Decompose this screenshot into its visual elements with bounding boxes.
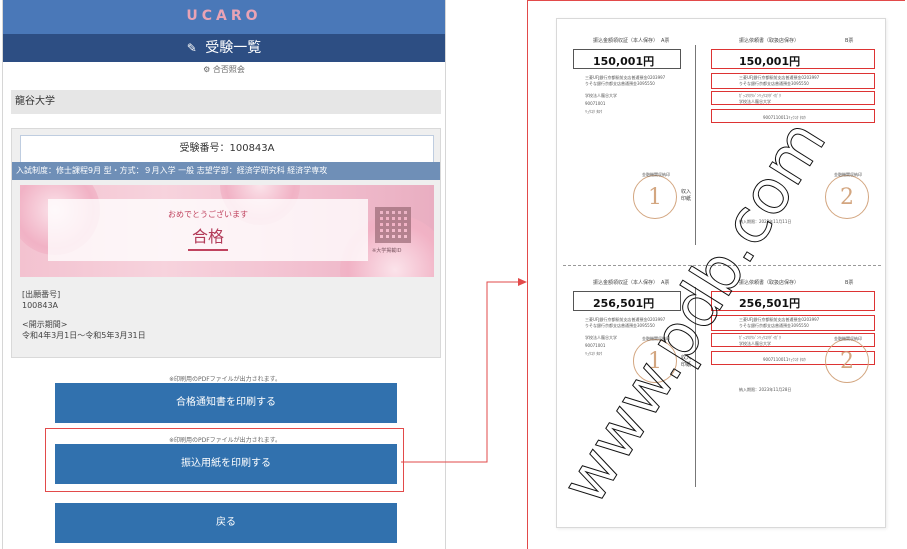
- payer-number: 90071001: [585, 343, 606, 348]
- payer-kana: ﾘｭｳｺｸ ﾀﾛｳ: [585, 109, 603, 114]
- print-slip-button[interactable]: 振込用紙を印刷する: [55, 444, 397, 484]
- qr-code: [375, 207, 411, 243]
- payee: 学校法人龍谷大学: [585, 335, 617, 340]
- payee: 学校法人龍谷大学: [739, 99, 771, 104]
- payment-deadline: 納入期限：2023年11月11日: [739, 219, 792, 224]
- slip-tag-left: A票: [661, 38, 670, 44]
- stamp-number: 1: [648, 185, 662, 210]
- page-header: ✎ 受験一覧: [3, 34, 445, 62]
- payment-deadline: 納入期限：2023年11月28日: [739, 387, 792, 392]
- qr-caption: ※大学掲載ID: [372, 248, 402, 254]
- payment-slip-document: 振込金額領収証（本人保存） A票 振込依頼書（取扱店保存） B票 150,001…: [556, 18, 886, 528]
- revenue-stamp-label: 収入印紙: [681, 189, 692, 202]
- exam-number: 受験番号：100843A: [20, 135, 434, 163]
- university-name: 龍谷大学: [11, 90, 441, 114]
- bank-line: りそな銀行京都支店普通預金3095550: [585, 323, 655, 328]
- result-banner: おめでとうございます 合格 ※大学掲載ID: [20, 185, 434, 277]
- bank-stamp-circle: 金融機関収納印 1: [633, 336, 677, 383]
- gear-icon: ⚙: [203, 65, 211, 74]
- pass-underline: [188, 249, 228, 251]
- slip-separator: [563, 265, 881, 266]
- payer-code: 9007110011ﾘｭｳｺｸ ﾀﾛｳ: [763, 115, 806, 120]
- payment-slip: 振込金額領収証（本人保存） A票 振込依頼書（取扱店保存） B票 256,501…: [563, 279, 881, 499]
- stamp-number: 1: [648, 349, 662, 374]
- back-button[interactable]: 戻る: [55, 503, 397, 543]
- slip-head-left: 振込金額領収証（本人保存）: [593, 280, 659, 286]
- bank-stamp-circle: 金融機関収納印 2: [825, 172, 869, 219]
- slip-divider: [695, 45, 696, 245]
- app-logo: UCARO: [186, 8, 262, 24]
- stamp-caption: 金融機関収納印: [834, 336, 862, 341]
- stamp-caption: 金融機関収納印: [642, 172, 670, 177]
- slip-tag-left: A票: [661, 280, 670, 286]
- result-card: 受験番号：100843A 入試制度：修士課程9月 型・方式：９月入学 一般 志望…: [11, 128, 441, 358]
- bank-stamp-circle: 金融機関収納印 2: [825, 336, 869, 383]
- bank-stamp-circle: 金融機関収納印 1: [633, 172, 677, 219]
- amount-right: 150,001円: [739, 55, 801, 68]
- slip-head-right: 振込依頼書（取扱店保存）: [739, 38, 800, 44]
- disclosure-period-label: <開示期間>: [22, 320, 68, 329]
- exam-meta: 入試制度：修士課程9月 型・方式：９月入学 一般 志望学部：経済学研究科 経済学…: [12, 162, 440, 180]
- stamp-number: 2: [840, 349, 854, 374]
- slip-head-left: 振込金額領収証（本人保存）: [593, 38, 659, 44]
- application-number-label: [出願番号]: [22, 290, 61, 299]
- top-bar: UCARO: [3, 0, 445, 34]
- bank-line: りそな銀行京都支店普通預金3095550: [739, 81, 809, 86]
- pdf-note: ※印刷用のPDFファイルが出力されます。: [168, 376, 282, 383]
- application-number: 100843A: [22, 301, 59, 310]
- edit-icon: ✎: [186, 41, 197, 55]
- payer-number: 90071001: [585, 101, 606, 106]
- page-title: 受験一覧: [205, 40, 262, 56]
- phone-screen: UCARO ✎ 受験一覧 ⚙ 合否照会 龍谷大学 受験番号：100843A 入試…: [2, 0, 446, 549]
- print-notice-button[interactable]: 合格通知書を印刷する: [55, 383, 397, 423]
- payment-slip: 振込金額領収証（本人保存） A票 振込依頼書（取扱店保存） B票 150,001…: [563, 37, 881, 257]
- slip-divider: [695, 287, 696, 487]
- payer-code: 9007110011ﾘｭｳｺｸ ﾀﾛｳ: [763, 357, 806, 362]
- stamp-caption: 金融機関収納印: [642, 336, 670, 341]
- congrats-text: おめでとうございます: [168, 210, 248, 219]
- stamp-number: 2: [840, 185, 854, 210]
- slip-tag-right: B票: [845, 38, 854, 44]
- stamp-caption: 金融機関収納印: [834, 172, 862, 177]
- application-info: [出願番号] 100843A <開示期間> 令和4年3月1日～令和5年3月31日: [22, 289, 146, 341]
- slip-tag-right: B票: [845, 280, 854, 286]
- payee-box: [711, 91, 875, 105]
- amount-left: 150,001円: [593, 55, 655, 68]
- pass-text: 合格: [191, 227, 224, 246]
- amount-left: 256,501円: [593, 297, 655, 310]
- payee: 学校法人龍谷大学: [739, 341, 771, 346]
- amount-right: 256,501円: [739, 297, 801, 310]
- disclosure-period: 令和4年3月1日～令和5年3月31日: [22, 331, 146, 340]
- bank-line: りそな銀行京都支店普通預金3095550: [585, 81, 655, 86]
- payer-kana: ﾘｭｳｺｸ ﾀﾛｳ: [585, 351, 603, 356]
- banner-panel: おめでとうございます 合格: [48, 199, 368, 261]
- payee: 学校法人龍谷大学: [585, 93, 617, 98]
- slip-head-right: 振込依頼書（取扱店保存）: [739, 280, 800, 286]
- bank-line: りそな銀行京都支店普通預金3095550: [739, 323, 809, 328]
- page-subtitle: ⚙ 合否照会: [203, 65, 245, 74]
- pdf-note: ※印刷用のPDFファイルが出力されます。: [168, 437, 282, 444]
- revenue-stamp-label: 収入印紙: [681, 355, 692, 368]
